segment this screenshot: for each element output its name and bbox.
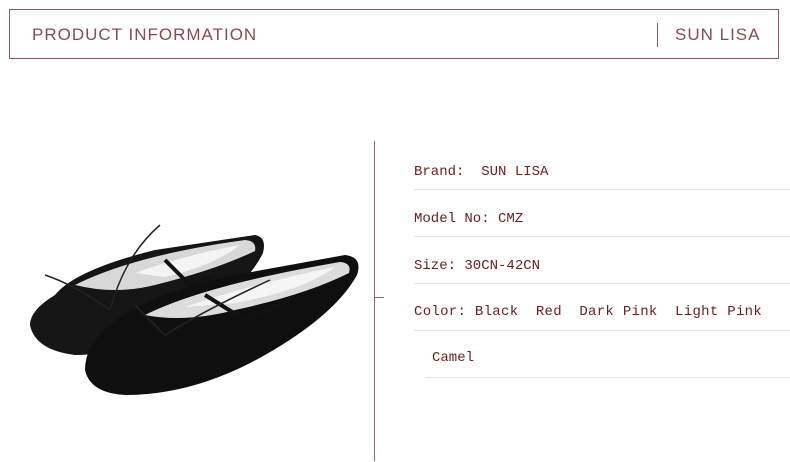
spec-color: Color: Black Red Dark Pink Light Pink <box>414 304 763 320</box>
header-brand: SUN LISA <box>675 25 761 44</box>
header-box: PRODUCT INFORMATION SUN LISA <box>9 9 779 59</box>
spec-brand: Brand: SUN LISA <box>414 164 549 180</box>
spec-size: Size: 30CN-42CN <box>414 258 541 274</box>
spec-color-camel: Camel <box>432 350 475 366</box>
spec-model: Model No: CMZ <box>414 211 524 227</box>
divider-vertical <box>374 141 375 461</box>
header-divider <box>657 23 658 47</box>
ballet-shoes-image <box>30 224 359 395</box>
spec-separator <box>414 330 790 331</box>
spec-separator <box>414 283 790 284</box>
spec-separator <box>414 236 790 237</box>
divider-tick <box>374 297 384 298</box>
spec-separator <box>414 189 790 190</box>
spec-separator <box>425 377 790 378</box>
header-title: PRODUCT INFORMATION <box>32 25 258 44</box>
